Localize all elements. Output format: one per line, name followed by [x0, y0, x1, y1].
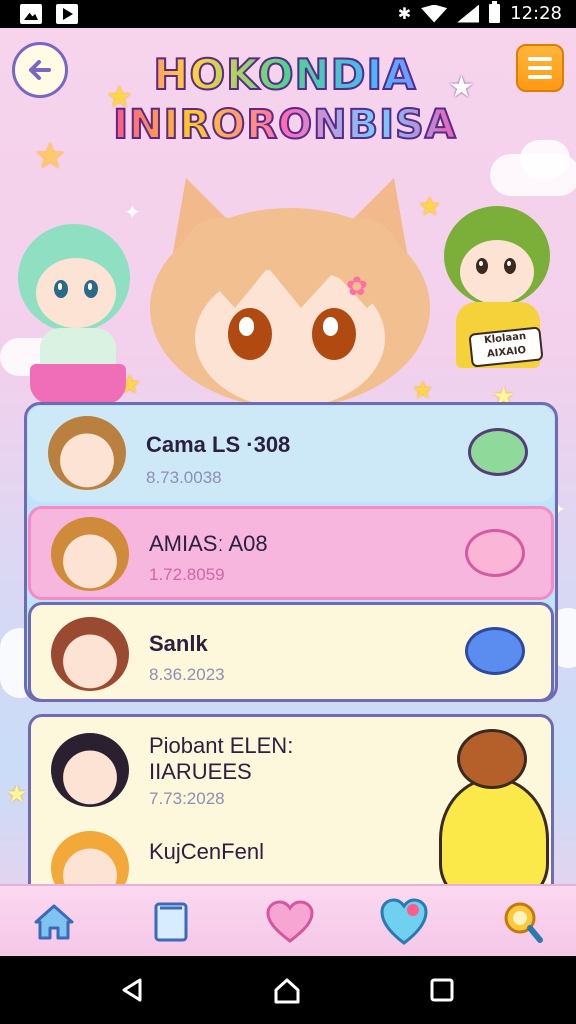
- nav-likes[interactable]: [376, 894, 432, 950]
- menu-icon: [528, 66, 552, 70]
- app-title: HOKONDIA INIRORONBISA: [100, 49, 470, 150]
- sticker-icon: [468, 428, 528, 476]
- character-eye: [476, 258, 488, 274]
- sparkle-icon: ✦: [124, 200, 141, 224]
- signal-icon: [457, 4, 480, 23]
- list-item-name-line-2: IIARUEES: [149, 759, 252, 784]
- cloud-decoration: [520, 140, 570, 178]
- list-item[interactable]: AMIASː A08 1.72.8059: [28, 506, 554, 600]
- battery-icon: [489, 1, 501, 23]
- star-icon: ★: [34, 136, 67, 177]
- character-face: [460, 240, 534, 304]
- system-back-button[interactable]: [118, 976, 146, 1004]
- app-screen: ★ ★ ★ ★ ★ ★ ★ ★ ✦ ✦ ✦ HOKONDIA INIRORONB…: [0, 28, 576, 956]
- mint-hair-character-illustration: [10, 224, 140, 404]
- status-notifications: [20, 4, 78, 24]
- nav-favorites[interactable]: [262, 894, 318, 950]
- character-face: [36, 258, 116, 328]
- title-line-2: INIRORONBISA: [100, 100, 470, 150]
- title-line-1: HOKONDIA: [100, 49, 470, 100]
- list-item-date: 8.73.0038: [146, 468, 222, 487]
- status-time: 12:28: [510, 3, 562, 24]
- sticker-icon: [465, 529, 525, 577]
- heart-icon: [266, 900, 314, 943]
- list-item-name: AMIASː A08: [149, 531, 268, 556]
- avatar: [51, 517, 129, 591]
- character-eye: [504, 258, 516, 274]
- bluetooth-icon: ✱: [397, 4, 412, 23]
- list-item-name: Cama LS ·308: [146, 432, 291, 457]
- list-item-name: Sanlk: [149, 631, 208, 656]
- heart-icon: [380, 898, 428, 945]
- chick-mascot-illustration: [439, 777, 549, 901]
- list-item[interactable]: Sanlk 8.36.2023: [28, 602, 554, 702]
- character-eye: [54, 280, 68, 298]
- character-skirt: [30, 364, 126, 404]
- back-button[interactable]: [12, 42, 68, 98]
- list-item-date: 8.36.2023: [149, 665, 225, 684]
- system-navigation-bar: [0, 956, 576, 1024]
- wifi-icon: [421, 4, 448, 23]
- menu-icon: [528, 57, 552, 61]
- sticker-icon: [465, 627, 525, 675]
- menu-button[interactable]: [516, 44, 564, 92]
- list-item-name: Piobant ELEN:: [149, 733, 294, 758]
- character-eye: [312, 308, 356, 360]
- star-icon: ★: [6, 780, 28, 808]
- arrow-left-icon: [29, 60, 51, 80]
- list-item[interactable]: Cama LS ·308 8.73.0038: [28, 406, 554, 502]
- list-item-date: 7.73:2028: [149, 789, 225, 808]
- chick-mascot-hat: [457, 729, 527, 789]
- status-system: ✱ 12:28: [397, 1, 562, 24]
- book-icon: [154, 902, 188, 942]
- avatar: [51, 617, 129, 691]
- search-icon: [504, 902, 543, 943]
- character-eye: [228, 308, 272, 360]
- main-character-illustration: ✿: [140, 178, 440, 408]
- image-notification-icon: [20, 4, 42, 24]
- bottom-navigation: [0, 884, 576, 956]
- home-icon: [34, 904, 74, 940]
- nav-search[interactable]: [494, 894, 550, 950]
- flower-hairclip-icon: ✿: [346, 272, 368, 302]
- avatar: [48, 416, 126, 490]
- list-item[interactable]: Piobant ELEN: IIARUEES 7.73:2028 KujCenF…: [28, 714, 554, 905]
- nav-home[interactable]: [26, 894, 82, 950]
- nav-book[interactable]: [144, 894, 200, 950]
- system-recents-button[interactable]: [428, 976, 456, 1004]
- play-store-icon: [56, 4, 78, 24]
- list-item-date: 1.72.8059: [149, 565, 225, 584]
- status-bar: ✱ 12:28: [0, 0, 576, 28]
- character-eye: [84, 280, 98, 298]
- system-home-button[interactable]: [272, 976, 302, 1006]
- avatar: [51, 733, 129, 807]
- list-item-name: KujCenFenl: [149, 839, 264, 864]
- menu-icon: [528, 75, 552, 79]
